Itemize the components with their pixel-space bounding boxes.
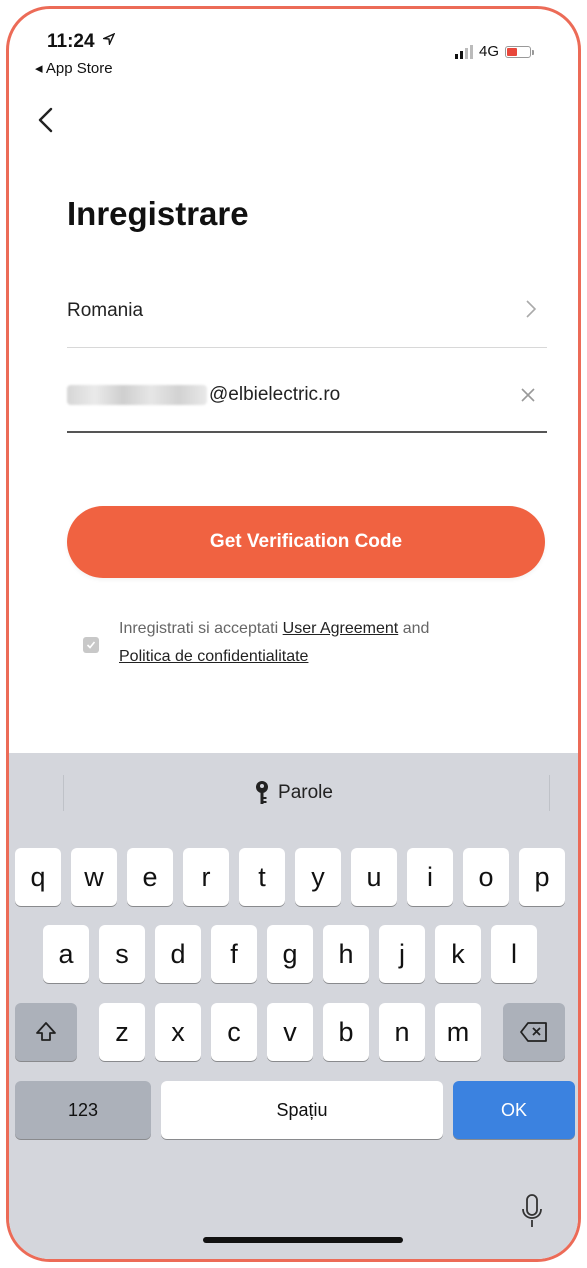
redacted-text <box>67 385 207 405</box>
key-b[interactable]: b <box>323 1003 369 1061</box>
country-value: Romania <box>67 300 144 321</box>
key-l[interactable]: l <box>491 925 537 983</box>
key-q[interactable]: q <box>15 848 61 906</box>
get-verification-code-button[interactable]: Get Verification Code <box>67 506 545 578</box>
network-type: 4G <box>479 43 500 60</box>
shift-icon <box>36 1022 56 1041</box>
checkmark-icon <box>86 641 96 649</box>
return-key[interactable]: OK <box>453 1081 575 1139</box>
key-x[interactable]: x <box>155 1003 201 1061</box>
key-c[interactable]: c <box>211 1003 257 1061</box>
agreement-checkbox[interactable] <box>83 637 99 653</box>
password-suggestion-bar: Parole <box>9 753 578 833</box>
agreement-middle: and <box>402 620 430 637</box>
phone-frame: 11:24 ◂ App Store 4G Inregistrare Romani… <box>6 6 581 1262</box>
key-a[interactable]: a <box>43 925 89 983</box>
numbers-key[interactable]: 123 <box>15 1081 151 1139</box>
passwords-label: Parole <box>278 782 333 803</box>
page-title: Inregistrare <box>67 195 249 232</box>
key-z[interactable]: z <box>99 1003 145 1061</box>
key-h[interactable]: h <box>323 925 369 983</box>
chevron-right-icon <box>526 300 537 318</box>
key-o[interactable]: o <box>463 848 509 906</box>
key-e[interactable]: e <box>127 848 173 906</box>
agreement-prefix: Inregistrati si acceptati <box>119 620 279 637</box>
key-i[interactable]: i <box>407 848 453 906</box>
agreement-row: Inregistrati si acceptati User Agreement… <box>83 615 543 671</box>
agreement-text: Inregistrati si acceptati User Agreement… <box>119 615 429 671</box>
space-key[interactable]: Spațiu <box>161 1081 443 1139</box>
key-j[interactable]: j <box>379 925 425 983</box>
user-agreement-link[interactable]: User Agreement <box>283 620 399 637</box>
country-selector[interactable]: Romania <box>67 275 547 348</box>
key-w[interactable]: w <box>71 848 117 906</box>
key-icon <box>256 781 269 804</box>
key-u[interactable]: u <box>351 848 397 906</box>
key-p[interactable]: p <box>519 848 565 906</box>
key-k[interactable]: k <box>435 925 481 983</box>
key-m[interactable]: m <box>435 1003 481 1061</box>
home-indicator <box>203 1237 403 1243</box>
key-y[interactable]: y <box>295 848 341 906</box>
microphone-icon[interactable] <box>521 1193 543 1229</box>
shift-key[interactable] <box>15 1003 77 1061</box>
key-d[interactable]: d <box>155 925 201 983</box>
signal-icon <box>455 44 473 59</box>
back-chevron-icon[interactable] <box>35 105 59 135</box>
keyboard: Parole q w e r t y u i o p a s d f g h j… <box>9 753 578 1259</box>
suggestion-divider <box>63 775 64 811</box>
location-arrow-icon <box>101 32 116 47</box>
back-to-app-store[interactable]: ◂ App Store <box>35 59 113 77</box>
delete-key[interactable] <box>503 1003 565 1061</box>
key-n[interactable]: n <box>379 1003 425 1061</box>
key-g[interactable]: g <box>267 925 313 983</box>
battery-icon <box>505 45 535 58</box>
clear-icon[interactable] <box>519 386 537 404</box>
email-field[interactable]: @elbielectric.ro <box>67 359 547 433</box>
status-right: 4G <box>455 43 535 60</box>
status-time-text: 11:24 <box>47 31 95 52</box>
passwords-suggestion[interactable]: Parole <box>254 780 333 806</box>
key-r[interactable]: r <box>183 848 229 906</box>
suggestion-divider <box>549 775 550 811</box>
status-bar: 11:24 ◂ App Store 4G <box>9 9 578 89</box>
email-value: @elbielectric.ro <box>209 384 341 405</box>
backspace-icon <box>520 1022 547 1042</box>
status-time: 11:24 <box>47 31 116 53</box>
key-f[interactable]: f <box>211 925 257 983</box>
key-t[interactable]: t <box>239 848 285 906</box>
key-s[interactable]: s <box>99 925 145 983</box>
key-v[interactable]: v <box>267 1003 313 1061</box>
privacy-policy-link[interactable]: Politica de confidentialitate <box>119 648 308 665</box>
